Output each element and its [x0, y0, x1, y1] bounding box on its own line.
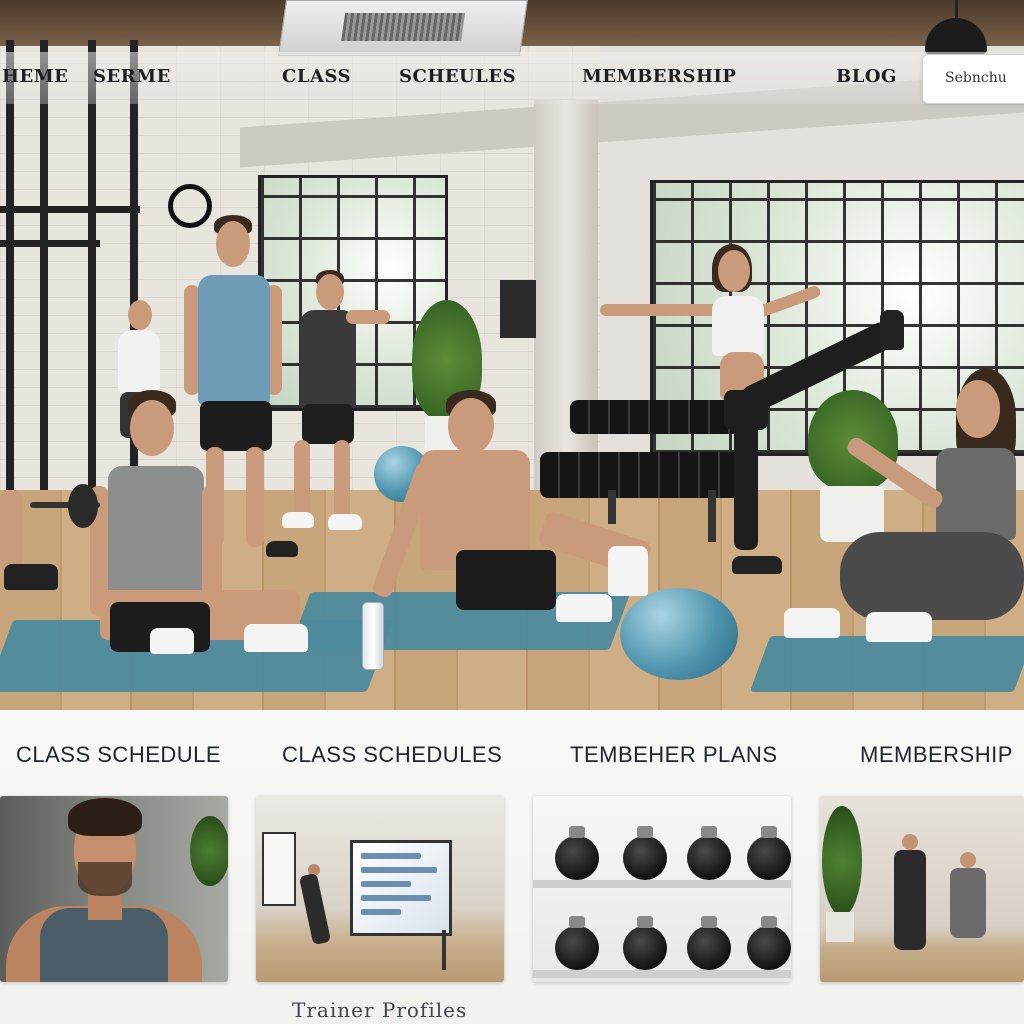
nav-class[interactable]: CLASS: [282, 66, 351, 87]
dumbbell-icon: [687, 826, 731, 880]
member-plans-card[interactable]: [533, 796, 791, 982]
search-button[interactable]: Sebnchu: [922, 54, 1024, 104]
nav-home[interactable]: HEME: [2, 66, 68, 87]
hero-image: [0, 0, 1024, 710]
nav-services[interactable]: SERME: [93, 66, 171, 87]
person-exercising: [950, 868, 986, 938]
trainer-portrait-card[interactable]: [0, 796, 228, 982]
dumbbell-icon: [747, 826, 791, 880]
membership-card[interactable]: [820, 796, 1024, 982]
schedule-board: [350, 840, 452, 936]
person-exercising: [894, 850, 926, 950]
dumbbell-icon: [555, 826, 599, 880]
dumbbell-icon: [555, 916, 599, 970]
person-sitting-cross-legged: [90, 390, 310, 660]
search-label: Sebnchu: [945, 70, 1007, 86]
dumbbell-icon: [623, 826, 667, 880]
nav-membership[interactable]: MEMBERSHIP: [582, 66, 736, 87]
person-seated-right-gray-top: [780, 368, 1024, 668]
section-title-class-schedules[interactable]: CLASS SCHEDULES: [282, 742, 502, 768]
dumbbell-icon: [747, 916, 791, 970]
section-title-member-plans[interactable]: TEMBEHER PLANS: [570, 742, 778, 768]
wall-tv: [500, 280, 536, 338]
plant-icon: [822, 806, 862, 916]
section-title-membership[interactable]: MEMBERSHIP: [860, 742, 1013, 768]
trainer-profiles-caption[interactable]: Trainer Profiles: [292, 998, 467, 1022]
class-schedule-card[interactable]: [256, 796, 504, 982]
barbell: [30, 484, 100, 528]
pendant-lamp-icon: [925, 0, 987, 56]
nav-blog[interactable]: BLOG: [836, 66, 897, 87]
nav-schedules[interactable]: SCHEULES: [399, 66, 516, 87]
dumbbell-icon: [623, 916, 667, 970]
dumbbell-icon: [687, 916, 731, 970]
plant-icon: [190, 816, 228, 886]
window: [262, 832, 296, 906]
section-title-class-schedule[interactable]: CLASS SCHEDULE: [16, 742, 221, 768]
air-conditioner-icon: [278, 0, 528, 56]
person-exercising: [298, 872, 332, 946]
